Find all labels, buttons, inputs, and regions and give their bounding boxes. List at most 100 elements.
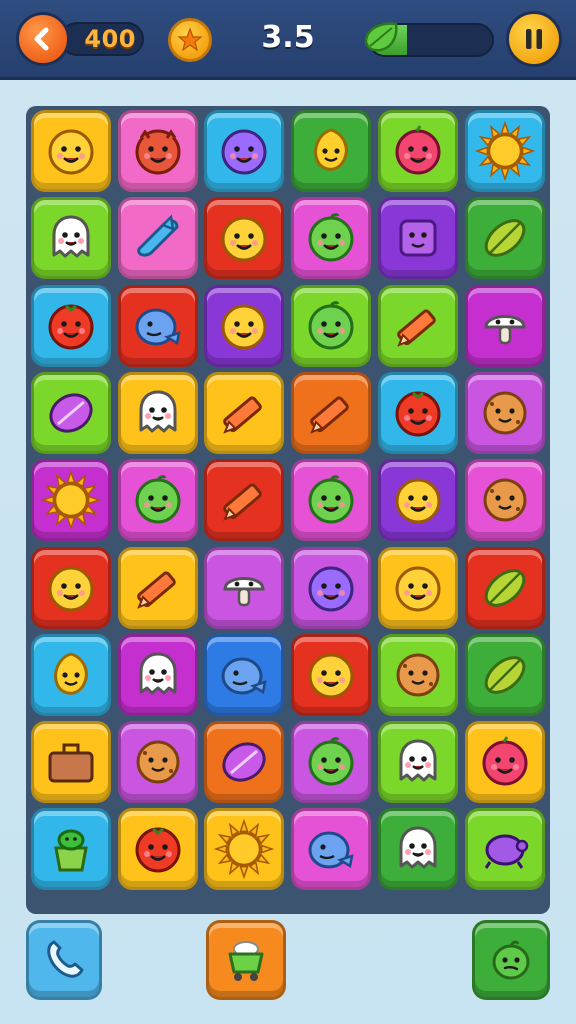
smiley-icon [395, 478, 441, 524]
board-tile[interactable] [464, 197, 545, 280]
smiley-icon [48, 566, 94, 611]
candy-icon [49, 393, 93, 433]
board-tile[interactable] [117, 284, 198, 367]
board-tile[interactable] [291, 197, 372, 280]
green-face-icon [308, 737, 354, 786]
board-tile[interactable] [464, 808, 545, 891]
star-button[interactable] [168, 18, 212, 62]
board-tile[interactable] [464, 371, 545, 454]
board-tile[interactable] [31, 633, 111, 716]
board-tile[interactable] [291, 371, 372, 454]
pencil-icon [223, 396, 263, 434]
purple-face-icon [308, 566, 354, 611]
board-tile[interactable] [291, 808, 372, 891]
board-tile[interactable] [291, 459, 372, 542]
board-tile[interactable] [204, 721, 285, 804]
board-tile[interactable] [117, 197, 198, 280]
board-tile[interactable] [204, 459, 285, 542]
pause-button[interactable] [506, 11, 562, 67]
board-tile[interactable] [291, 284, 372, 367]
board-tile[interactable] [204, 808, 285, 891]
back-arrow-icon [34, 27, 49, 51]
green-face-icon [308, 213, 354, 262]
coin-count: 400 [84, 25, 136, 53]
ghost-icon [399, 739, 437, 782]
board-tile[interactable] [291, 110, 372, 192]
board-tile[interactable] [464, 721, 545, 804]
sun-icon [474, 120, 535, 182]
berry-icon [482, 736, 527, 786]
board-tile[interactable] [204, 110, 285, 192]
board-tile[interactable] [117, 721, 198, 804]
board-tile[interactable] [31, 284, 111, 367]
cart-button[interactable] [206, 920, 286, 1000]
green-face-icon [308, 475, 354, 524]
board-tile[interactable] [377, 110, 458, 192]
smiley-icon [48, 129, 94, 175]
character-button[interactable] [472, 920, 550, 1000]
back-button[interactable] [16, 12, 70, 66]
board-tile[interactable] [377, 197, 458, 280]
board-tile[interactable] [31, 808, 111, 891]
green-face-icon [135, 475, 181, 524]
board-tile[interactable] [377, 284, 458, 367]
board-tile[interactable] [117, 459, 198, 542]
top-bar: 400 3.5 [0, 0, 576, 80]
leaf-icon [484, 219, 525, 258]
pause-icon [526, 29, 542, 49]
board-tile[interactable] [117, 371, 198, 454]
leaf-icon [484, 656, 525, 694]
green-face-icon [492, 940, 530, 980]
board-tile[interactable] [291, 546, 372, 629]
ghost-icon [399, 826, 437, 869]
candy-icon [222, 742, 266, 782]
cookie-icon [483, 478, 526, 522]
tomato-icon [135, 827, 181, 873]
tomato-icon [48, 304, 94, 350]
board-tile[interactable] [31, 371, 111, 454]
board-tile[interactable] [377, 371, 458, 454]
board-tile[interactable] [377, 633, 458, 716]
board-tile[interactable] [291, 633, 372, 716]
phone-button[interactable] [26, 920, 102, 1000]
board-tile[interactable] [31, 197, 111, 280]
board-tile[interactable] [31, 546, 111, 629]
board-tile[interactable] [31, 459, 111, 542]
berry-icon [395, 125, 441, 175]
board-tile[interactable] [377, 546, 458, 629]
board-tile[interactable] [464, 633, 545, 716]
board-tile[interactable] [377, 808, 458, 891]
lemon-icon [314, 128, 348, 171]
board-tile[interactable] [464, 459, 545, 542]
level-indicator: 3.5 [261, 20, 315, 55]
purple-face-icon [221, 129, 267, 175]
pencil-icon [136, 570, 176, 609]
board-tile[interactable] [31, 721, 111, 804]
board-tile[interactable] [204, 197, 285, 280]
board-tile[interactable] [117, 808, 198, 891]
board-tile[interactable] [117, 633, 198, 716]
pencil-icon [223, 483, 263, 521]
board-tile[interactable] [204, 633, 285, 716]
board-tile[interactable] [204, 546, 285, 629]
board-tile[interactable] [204, 284, 285, 367]
tomato-icon [395, 391, 441, 437]
board-tile[interactable] [291, 721, 372, 804]
board-tile[interactable] [377, 721, 458, 804]
pencil-icon [396, 309, 436, 347]
board-tile[interactable] [377, 459, 458, 542]
board-tile[interactable] [31, 110, 111, 192]
whale-icon [308, 831, 354, 869]
pencil-icon [310, 396, 349, 434]
board-tile[interactable] [117, 110, 198, 192]
board-tile[interactable] [464, 284, 545, 367]
suitcase-icon [48, 743, 94, 783]
board-tile[interactable] [464, 110, 545, 192]
board-tile[interactable] [117, 546, 198, 629]
cookie-icon [396, 653, 440, 697]
board-tile[interactable] [464, 546, 545, 629]
ghost-icon [139, 652, 177, 695]
smiley-icon [395, 566, 441, 611]
smiley-icon [221, 216, 267, 262]
board-tile[interactable] [204, 371, 285, 454]
